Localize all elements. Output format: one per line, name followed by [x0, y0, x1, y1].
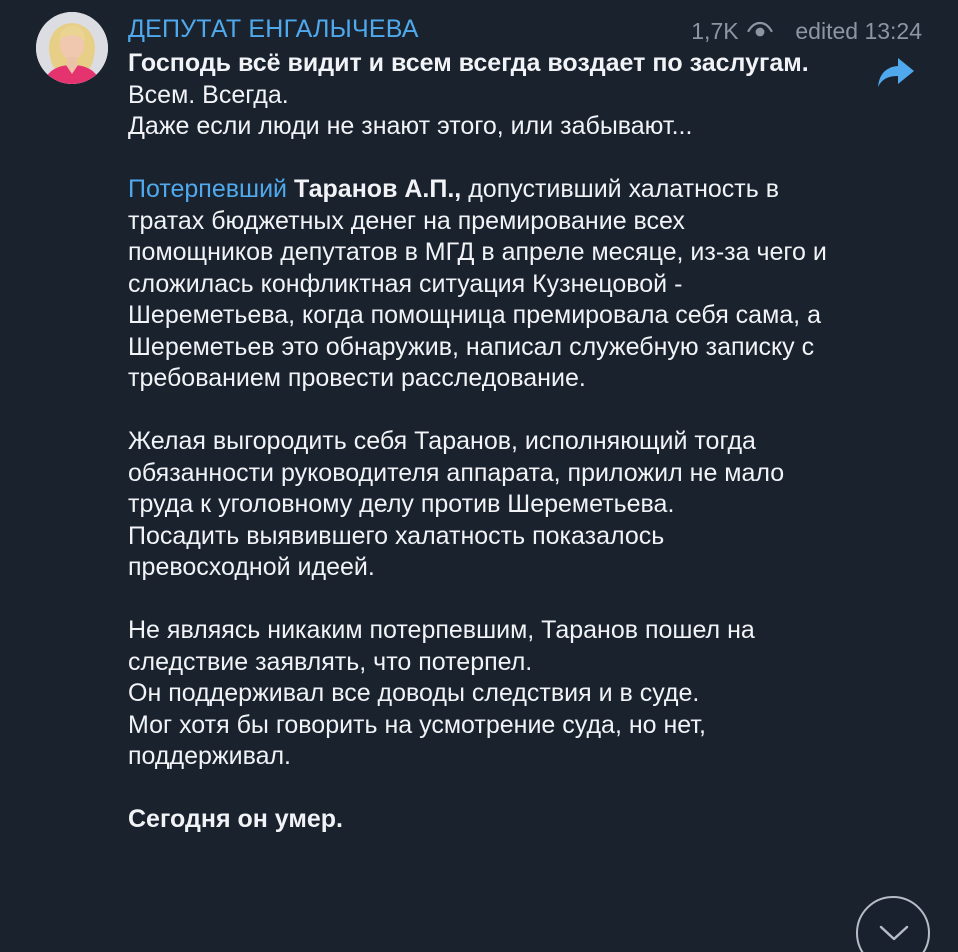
message-text: Господь всё видит и всем всегда воздает … [128, 48, 828, 836]
post-time: 13:24 [864, 17, 922, 44]
edited-label: edited [795, 17, 859, 44]
avatar-photo [36, 12, 108, 84]
message-line: Посадить выявившего халатность показалос… [128, 521, 665, 582]
channel-post: ДЕПУТАТ ЕНГАЛЫЧЕВА 1,7K edited 13:24 Гос… [128, 0, 958, 952]
message-line: Не являясь никаким потерпевшим, Таранов … [128, 616, 755, 676]
message-heading: Господь всё видит и всем всегда воздает … [128, 49, 809, 77]
channel-avatar[interactable] [36, 12, 108, 84]
eye-icon [747, 21, 773, 37]
message-line: Он поддерживал все доводы следствия и в … [128, 679, 700, 707]
paragraph-text: допустивший халатность в тратах бюджетны… [128, 175, 827, 392]
post-meta: 1,7K edited 13:24 [691, 14, 922, 46]
message-line: Даже если люди не знают этого, или забыв… [128, 112, 693, 140]
message-paragraph: Потерпевший Таранов А.П., допустивший ха… [128, 174, 828, 395]
message-line: Всем. Всегда. [128, 80, 289, 109]
bold-name: Таранов А.П., [293, 175, 462, 203]
message-paragraph: Желая выгородить себя Таранов, исполняющ… [128, 427, 785, 518]
hashtag-link[interactable]: Потерпевший [128, 175, 287, 203]
message-bold-line: Сегодня он умер. [128, 805, 343, 833]
chevron-down-icon [879, 925, 909, 941]
views-count: 1,7K [691, 17, 739, 44]
post-header: ДЕПУТАТ ЕНГАЛЫЧЕВА 1,7K edited 13:24 [128, 14, 922, 46]
share-button[interactable] [874, 54, 918, 92]
channel-name[interactable]: ДЕПУТАТ ЕНГАЛЫЧЕВА [128, 14, 419, 44]
share-arrow-icon [878, 58, 914, 87]
message-line: Мог хотя бы говорить на усмотрение суда,… [128, 710, 706, 771]
